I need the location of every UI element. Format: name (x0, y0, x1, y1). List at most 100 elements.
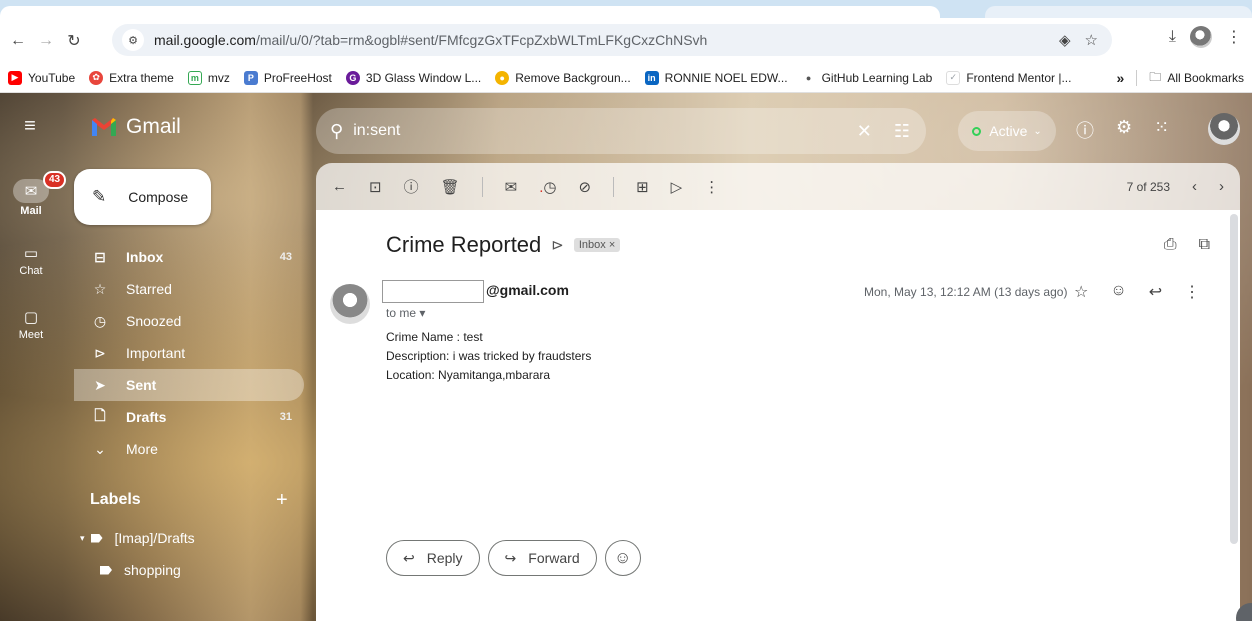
add-label-button[interactable]: + (276, 489, 288, 512)
reply-icon[interactable]: ↩ (1149, 282, 1162, 302)
label-shopping[interactable]: shopping (100, 562, 181, 578)
forward-button[interactable]: ↪ Forward (487, 540, 597, 576)
nav-important[interactable]: ⊳ Important (74, 337, 304, 369)
label-imap-drafts[interactable]: ▾ [Imap]/Drafts (80, 530, 195, 546)
body-line: Location: Nyamitanga,mbarara (386, 368, 551, 382)
rail-meet[interactable]: ▢ Meet (0, 307, 62, 341)
chat-icon: ▭ (23, 245, 39, 262)
download-icon[interactable]: ⤓ (1169, 28, 1176, 46)
search-options-icon[interactable]: ☷ (894, 121, 910, 142)
search-icon[interactable]: ⚲ (330, 121, 343, 142)
nav-drafts[interactable]: 🗋 Drafts 31 (74, 401, 304, 433)
mark-unread-icon[interactable]: ✉ (505, 178, 518, 196)
account-avatar[interactable] (1208, 113, 1240, 145)
sender-email: @gmail.com (486, 282, 569, 298)
site-info-icon[interactable]: ⚙ (122, 29, 144, 51)
bookmark-3d-glass[interactable]: G 3D Glass Window L... (345, 70, 481, 85)
caret-down-icon: ▾ (80, 532, 85, 543)
rail-mail[interactable]: ✉ 43 Mail (0, 171, 67, 217)
bookmark-github-learning-lab[interactable]: ● GitHub Learning Lab (801, 70, 932, 85)
rail-chat-label: Chat (19, 265, 43, 277)
pencil-icon: ✎ (92, 187, 107, 206)
url-text[interactable]: mail.google.com/mail/u/0/?tab=rm&ogbl#se… (154, 32, 707, 48)
other-tab[interactable] (985, 6, 1252, 18)
back-arrow-icon[interactable]: ← (332, 178, 347, 195)
subject-text: Crime Reported (386, 232, 542, 257)
open-new-window-icon[interactable]: ⧉ (1199, 236, 1210, 254)
message-pane: Crime Reported ⊳ Inbox × ⎙ ⧉ @gmail.com … (316, 210, 1240, 621)
extension-icon[interactable]: ◈ (1059, 31, 1071, 49)
all-bookmarks-button[interactable]: 🗀 All Bookmarks (1149, 68, 1244, 89)
snooze-icon[interactable]: .◷ (539, 178, 556, 196)
bookmark-frontend-mentor[interactable]: ✓ Frontend Mentor |... (946, 70, 1071, 85)
star-icon[interactable]: ☆ (1074, 282, 1088, 302)
sender-avatar[interactable] (330, 284, 370, 324)
video-icon: ▢ (23, 309, 39, 326)
print-icon[interactable]: ⎙ (1164, 236, 1177, 254)
scrollbar[interactable] (1230, 214, 1238, 544)
rail-mail-label: Mail (20, 205, 42, 217)
more-options-icon[interactable]: ⋮ (704, 178, 719, 196)
sent-icon: ➤ (94, 376, 106, 393)
bookmark-star-icon[interactable]: ☆ (1085, 31, 1098, 49)
emoji-react-icon[interactable]: ☺ (1110, 282, 1126, 302)
archive-icon[interactable]: ⊡ (369, 178, 382, 196)
nav-starred[interactable]: ☆ Starred (74, 273, 304, 305)
more-bookmarks-button[interactable]: » (1117, 70, 1125, 86)
nav-snoozed[interactable]: ◷ Snoozed (74, 305, 304, 337)
profile-avatar[interactable] (1190, 26, 1212, 48)
nav-sent[interactable]: ➤ Sent (74, 369, 304, 401)
folder-icon: 🗀 (1149, 69, 1162, 84)
bookmark-linkedin[interactable]: in RONNIE NOEL EDW... (644, 70, 788, 85)
emoji-react-button[interactable]: ☺ (604, 540, 641, 576)
forward-icon[interactable]: → (32, 27, 60, 55)
browser-menu-icon[interactable]: ⋮ (1226, 27, 1242, 47)
bookmark-profreehost[interactable]: P ProFreeHost (243, 70, 332, 85)
extra-theme-icon: ✿ (89, 70, 104, 85)
status-button[interactable]: Active ⌄ (958, 111, 1056, 151)
compose-button[interactable]: ✎ Compose (74, 169, 211, 225)
back-icon[interactable]: ← (4, 27, 32, 55)
linkedin-icon: in (644, 70, 659, 85)
label-icon[interactable]: ▷ (671, 178, 683, 196)
rail-chat[interactable]: ▭ Chat (0, 243, 62, 277)
app-rail: ✉ 43 Mail ▭ Chat ▢ Meet (0, 93, 67, 621)
reload-icon[interactable]: ↻ (60, 27, 88, 55)
nav-count: 43 (279, 251, 292, 263)
nav-inbox[interactable]: ⊟ Inbox 43 (74, 241, 304, 273)
important-marker-icon[interactable]: ⊳ (551, 236, 564, 254)
bookmark-mvz[interactable]: m mvz (187, 70, 230, 85)
compose-label: Compose (128, 189, 189, 205)
rail-meet-label: Meet (18, 329, 44, 341)
apps-grid-icon[interactable]: ⁙ (1154, 117, 1169, 143)
gmail-logo[interactable]: Gmail (90, 115, 181, 139)
bookmark-youtube[interactable]: ▶ YouTube (8, 70, 75, 85)
mail-nav: ⊟ Inbox 43 ☆ Starred ◷ Snoozed ⊳ Important ➤ S… (74, 241, 304, 465)
clear-search-icon[interactable]: ✕ (857, 121, 872, 142)
move-to-icon[interactable]: ⊞ (636, 178, 649, 196)
help-icon[interactable]: ⓘ (1076, 117, 1094, 143)
inbox-label-chip[interactable]: Inbox × (573, 238, 621, 252)
reply-button[interactable]: ↩ Reply (386, 540, 480, 576)
more-options-icon[interactable]: ⋮ (1184, 282, 1200, 302)
bookmark-remove-background[interactable]: ● Remove Backgroun... (495, 70, 631, 85)
newer-icon[interactable]: ‹ (1192, 178, 1197, 195)
chevron-down-icon: ⌄ (94, 440, 106, 457)
recipient-details[interactable]: to me ▾ (386, 306, 425, 320)
active-tab[interactable] (0, 6, 940, 18)
nav-more[interactable]: ⌄ More (74, 433, 304, 465)
report-spam-icon[interactable]: ⓘ (404, 176, 419, 197)
address-bar[interactable]: ⚙ mail.google.com/mail/u/0/?tab=rm&ogbl#… (112, 24, 1112, 56)
mail-icon: ✉ 43 (13, 171, 67, 203)
github-icon: ● (801, 70, 816, 85)
bookmark-extra-theme[interactable]: ✿ Extra theme (89, 70, 174, 85)
body-line: Crime Name : test (386, 330, 483, 344)
add-to-tasks-icon[interactable]: ⊘ (578, 178, 591, 196)
settings-gear-icon[interactable]: ⚙ (1116, 117, 1132, 143)
profreehost-icon: P (243, 70, 258, 85)
trash-icon[interactable]: 🗑 (441, 178, 460, 196)
older-icon[interactable]: › (1219, 178, 1224, 195)
search-input[interactable]: in:sent (353, 122, 400, 140)
frontend-mentor-icon: ✓ (946, 70, 961, 85)
search-bar[interactable]: ⚲ in:sent ✕ ☷ (316, 108, 926, 154)
